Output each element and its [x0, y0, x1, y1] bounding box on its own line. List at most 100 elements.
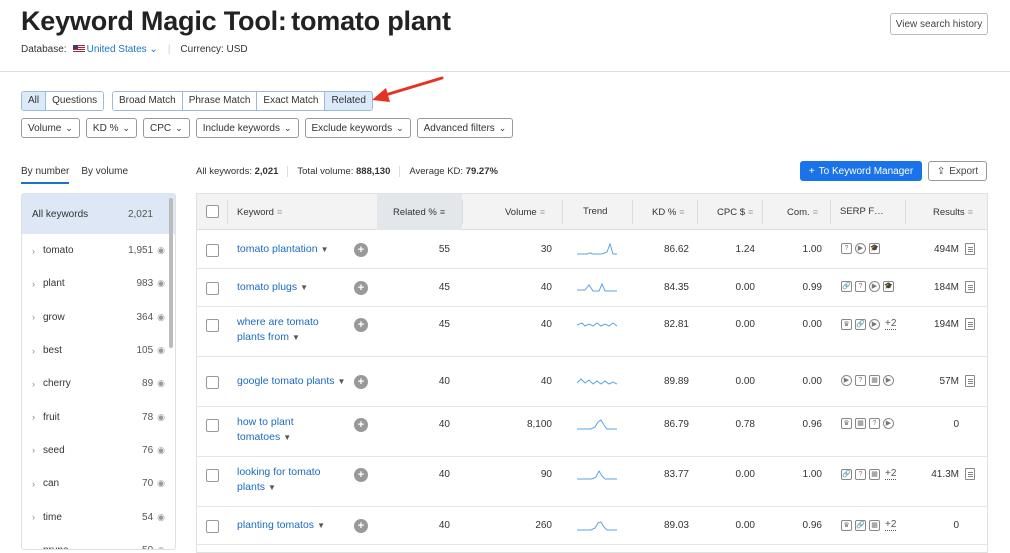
- col-volume[interactable]: Volume ≡: [505, 194, 545, 230]
- chevron-right-icon[interactable]: ›: [32, 312, 35, 322]
- tab-phrase-match[interactable]: Phrase Match: [182, 92, 258, 110]
- serp-feature-icon[interactable]: ▶: [883, 418, 894, 429]
- serp-feature-icon[interactable]: ▦: [869, 519, 880, 531]
- group-item[interactable]: › cherry 89 ◉: [22, 367, 175, 400]
- to-keyword-manager-button[interactable]: + To Keyword Manager: [800, 161, 922, 181]
- caret-down-icon[interactable]: ▼: [317, 521, 325, 530]
- serp-feature-icon[interactable]: 🔗: [841, 468, 852, 480]
- tab-all[interactable]: All: [22, 92, 47, 110]
- eye-icon[interactable]: ◉: [157, 512, 165, 523]
- keyword-link[interactable]: planting tomatos ▼: [237, 518, 352, 533]
- eye-icon[interactable]: ◉: [157, 312, 165, 323]
- add-keyword-icon[interactable]: +: [354, 519, 368, 533]
- database-select[interactable]: United States ⌄: [72, 44, 158, 55]
- group-item[interactable]: › time 54 ◉: [22, 500, 175, 533]
- chevron-right-icon[interactable]: ›: [32, 512, 35, 522]
- add-keyword-icon[interactable]: +: [354, 281, 368, 295]
- eye-icon[interactable]: ◉: [157, 545, 165, 549]
- serp-feature-icon[interactable]: ▶: [869, 281, 880, 292]
- row-checkbox[interactable]: [206, 469, 219, 482]
- serp-feature-icon[interactable]: ▦: [869, 375, 880, 386]
- group-item[interactable]: › plant 983 ◉: [22, 267, 175, 300]
- group-item[interactable]: › best 105 ◉: [22, 334, 175, 367]
- scrollbar[interactable]: [169, 198, 173, 348]
- group-item[interactable]: › tomato 1,951 ◉: [22, 234, 175, 267]
- serp-feature-icon[interactable]: 🔗: [841, 281, 852, 292]
- tab-by-number[interactable]: By number: [21, 166, 70, 184]
- serp-more[interactable]: +2: [885, 468, 897, 480]
- caret-down-icon[interactable]: ▼: [283, 433, 291, 442]
- group-item[interactable]: › can 70 ◉: [22, 467, 175, 500]
- eye-icon[interactable]: ◉: [157, 478, 165, 489]
- eye-icon[interactable]: ◉: [157, 278, 165, 289]
- eye-icon[interactable]: ◉: [157, 378, 165, 389]
- serp-feature-icon[interactable]: ♛: [841, 519, 852, 531]
- add-keyword-icon[interactable]: +: [354, 375, 368, 389]
- filter-kd[interactable]: KD % ⌄: [85, 118, 138, 138]
- keyword-link[interactable]: looking for tomato plants ▼: [237, 465, 352, 495]
- keyword-link[interactable]: how to plant tomatoes ▼: [237, 415, 352, 445]
- serp-feature-icon[interactable]: 🔗: [855, 318, 866, 330]
- group-item[interactable]: › grow 364 ◉: [22, 301, 175, 334]
- col-com[interactable]: Com. ≡: [787, 194, 818, 230]
- tab-exact-match[interactable]: Exact Match: [257, 92, 326, 110]
- serp-more[interactable]: +2: [885, 519, 897, 531]
- keyword-link[interactable]: where are tomato plants from ▼: [237, 315, 352, 345]
- chevron-right-icon[interactable]: ›: [32, 445, 35, 455]
- serp-feature-icon[interactable]: ♛: [841, 418, 852, 429]
- tab-questions[interactable]: Questions: [46, 92, 104, 110]
- select-all-checkbox[interactable]: [206, 205, 219, 218]
- eye-icon[interactable]: ◉: [157, 345, 165, 356]
- row-checkbox[interactable]: [206, 282, 219, 295]
- filter-include-keywords[interactable]: Include keywords ⌄: [195, 118, 299, 138]
- filter-exclude-keywords[interactable]: Exclude keywords ⌄: [304, 118, 411, 138]
- serp-document-icon[interactable]: [965, 243, 975, 255]
- col-related[interactable]: Related % ≡: [393, 194, 445, 230]
- serp-feature-icon[interactable]: ▶: [841, 375, 852, 386]
- row-checkbox[interactable]: [206, 244, 219, 257]
- serp-document-icon[interactable]: [965, 281, 975, 293]
- filter-volume[interactable]: Volume ⌄: [21, 118, 80, 138]
- eye-icon[interactable]: ◉: [157, 412, 165, 423]
- keyword-link[interactable]: google tomato plants ▼: [237, 374, 352, 389]
- serp-feature-icon[interactable]: 🎓: [883, 281, 894, 292]
- row-checkbox[interactable]: [206, 520, 219, 533]
- col-cpc[interactable]: CPC $ ≡: [717, 194, 753, 230]
- serp-document-icon[interactable]: [965, 468, 975, 480]
- serp-document-icon[interactable]: [965, 375, 975, 387]
- serp-feature-icon[interactable]: ▶: [855, 243, 866, 254]
- add-keyword-icon[interactable]: +: [354, 318, 368, 332]
- chevron-right-icon[interactable]: ›: [32, 545, 35, 549]
- group-item[interactable]: › seed 76 ◉: [22, 434, 175, 467]
- serp-feature-icon[interactable]: ?: [855, 375, 866, 386]
- add-keyword-icon[interactable]: +: [354, 243, 368, 257]
- serp-feature-icon[interactable]: ▦: [855, 418, 866, 429]
- caret-down-icon[interactable]: ▼: [337, 377, 345, 386]
- group-item[interactable]: › fruit 78 ◉: [22, 400, 175, 433]
- serp-feature-icon[interactable]: ▶: [883, 375, 894, 386]
- serp-feature-icon[interactable]: ?: [855, 468, 866, 480]
- chevron-right-icon[interactable]: ›: [32, 279, 35, 289]
- col-results[interactable]: Results ≡: [933, 194, 973, 230]
- serp-feature-icon[interactable]: ♛: [841, 318, 852, 330]
- serp-feature-icon[interactable]: ▦: [869, 468, 880, 480]
- caret-down-icon[interactable]: ▼: [292, 333, 300, 342]
- keyword-link[interactable]: tomato plantation ▼: [237, 242, 352, 257]
- row-checkbox[interactable]: [206, 376, 219, 389]
- col-serp-features[interactable]: SERP F…: [840, 194, 884, 230]
- chevron-right-icon[interactable]: ›: [32, 479, 35, 489]
- eye-icon[interactable]: ◉: [157, 245, 165, 256]
- tab-related[interactable]: Related: [325, 92, 372, 110]
- col-kd[interactable]: KD % ≡: [652, 194, 685, 230]
- serp-feature-icon[interactable]: 🔗: [855, 519, 866, 531]
- chevron-right-icon[interactable]: ›: [32, 246, 35, 256]
- caret-down-icon[interactable]: ▼: [321, 245, 329, 254]
- export-button[interactable]: ⇪ Export: [928, 161, 987, 181]
- row-checkbox[interactable]: [206, 419, 219, 432]
- serp-feature-icon[interactable]: ▶: [869, 318, 880, 330]
- caret-down-icon[interactable]: ▼: [268, 483, 276, 492]
- chevron-right-icon[interactable]: ›: [32, 346, 35, 356]
- serp-more[interactable]: +2: [885, 318, 897, 330]
- eye-icon[interactable]: ◉: [157, 445, 165, 456]
- serp-feature-icon[interactable]: 🎓: [869, 243, 880, 254]
